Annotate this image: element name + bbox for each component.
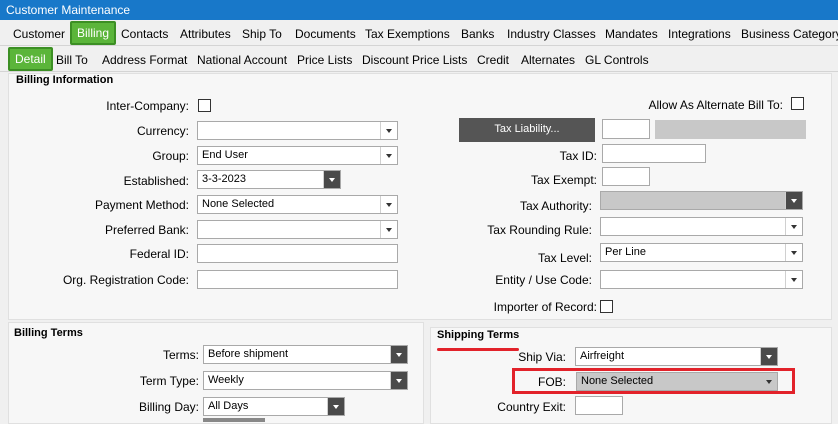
tax-authority-label: Tax Authority: [519, 199, 592, 213]
term-type-label: Term Type: [139, 374, 199, 388]
chevron-down-icon[interactable] [390, 372, 407, 389]
tab-ship-to[interactable]: Ship To [237, 24, 287, 44]
tab-credit[interactable]: Credit [472, 50, 514, 70]
term-type-select[interactable]: Weekly [203, 371, 408, 390]
country-exit-field[interactable] [575, 396, 623, 415]
tab-price-lists[interactable]: Price Lists [292, 50, 357, 70]
chevron-down-icon[interactable] [785, 192, 802, 209]
currency-label: Currency: [136, 124, 189, 138]
main-tab-bar: Customer Billing Contacts Attributes Shi… [0, 20, 838, 46]
group-select[interactable]: End User [197, 146, 398, 165]
tax-liability-field[interactable] [602, 119, 650, 139]
next-field-edge [203, 418, 265, 422]
alternate-bill-to-checkbox[interactable] [791, 97, 804, 110]
tax-id-label: Tax ID: [559, 149, 597, 163]
org-registration-field[interactable] [197, 270, 398, 289]
federal-id-label: Federal ID: [129, 247, 189, 261]
tax-id-field[interactable] [602, 144, 706, 163]
terms-select[interactable]: Before shipment [203, 345, 408, 364]
payment-method-value: None Selected [202, 198, 275, 210]
tab-alternates[interactable]: Alternates [516, 50, 580, 70]
billing-day-select[interactable]: All Days [203, 397, 345, 416]
terms-value: Before shipment [208, 348, 289, 360]
tab-mandates[interactable]: Mandates [600, 24, 663, 44]
chevron-down-icon[interactable] [760, 348, 777, 365]
established-label: Established: [123, 174, 189, 188]
tax-level-label: Tax Level: [537, 251, 592, 265]
entity-use-code-label: Entity / Use Code: [495, 273, 592, 287]
billing-information-title: Billing Information [16, 74, 114, 86]
window-title: Customer Maintenance [0, 0, 838, 20]
tab-contacts[interactable]: Contacts [116, 24, 173, 44]
tax-liability-description [655, 120, 806, 139]
tax-liability-button[interactable]: Tax Liability... [459, 118, 595, 142]
tab-attributes[interactable]: Attributes [175, 24, 236, 44]
chevron-down-icon[interactable] [380, 196, 397, 213]
shipping-terms-title: Shipping Terms [437, 329, 520, 341]
tax-rounding-rule-select[interactable] [600, 217, 803, 236]
chevron-down-icon[interactable] [785, 218, 802, 235]
chevron-down-icon[interactable] [785, 271, 802, 288]
tab-tax-exemptions[interactable]: Tax Exemptions [360, 24, 455, 44]
chevron-down-icon[interactable] [380, 147, 397, 164]
group-value: End User [202, 149, 248, 161]
chevron-down-icon[interactable] [785, 244, 802, 261]
tab-bill-to[interactable]: Bill To [51, 50, 93, 70]
currency-select[interactable] [197, 121, 398, 140]
importer-of-record-label: Importer of Record: [493, 300, 597, 314]
terms-label: Terms: [163, 348, 199, 362]
country-exit-label: Country Exit: [497, 400, 566, 414]
tax-exempt-label: Tax Exempt: [530, 173, 597, 187]
established-date-field[interactable]: 3-3-2023 [197, 170, 341, 189]
chevron-down-icon[interactable] [380, 221, 397, 238]
inter-company-label: Inter-Company: [106, 99, 189, 113]
chevron-down-icon[interactable] [380, 122, 397, 139]
group-label: Group: [152, 149, 189, 163]
ship-via-value: Airfreight [580, 350, 625, 362]
tab-documents[interactable]: Documents [290, 24, 361, 44]
tab-business-category[interactable]: Business Category [736, 24, 838, 44]
billing-day-value: All Days [208, 400, 249, 412]
entity-use-code-select[interactable] [600, 270, 803, 289]
tab-integrations[interactable]: Integrations [663, 24, 736, 44]
tax-level-value: Per Line [605, 246, 646, 258]
tax-authority-select[interactable] [600, 191, 803, 210]
payment-method-select[interactable]: None Selected [197, 195, 398, 214]
ship-via-select[interactable]: Airfreight [575, 347, 778, 366]
sub-tab-bar: Detail Bill To Address Format National A… [0, 46, 838, 72]
preferred-bank-label: Preferred Bank: [104, 223, 189, 237]
tab-industry-classes[interactable]: Industry Classes [502, 24, 601, 44]
annotation-highlight-box [512, 368, 795, 394]
ship-via-label: Ship Via: [518, 350, 566, 364]
tab-billing[interactable]: Billing [70, 21, 117, 45]
tab-address-format[interactable]: Address Format [97, 50, 192, 70]
payment-method-label: Payment Method: [94, 198, 189, 212]
tax-level-select[interactable]: Per Line [600, 243, 803, 262]
tab-customer[interactable]: Customer [8, 24, 70, 44]
calendar-dropdown-icon[interactable] [323, 171, 340, 188]
preferred-bank-select[interactable] [197, 220, 398, 239]
billing-terms-title: Billing Terms [14, 327, 83, 339]
term-type-value: Weekly [208, 374, 244, 386]
tab-banks[interactable]: Banks [456, 24, 499, 44]
alternate-bill-to-label: Allow As Alternate Bill To: [648, 98, 783, 112]
chevron-down-icon[interactable] [327, 398, 344, 415]
chevron-down-icon[interactable] [390, 346, 407, 363]
tab-gl-controls[interactable]: GL Controls [580, 50, 654, 70]
tax-rounding-rule-label: Tax Rounding Rule: [487, 223, 592, 237]
tab-discount-price-lists[interactable]: Discount Price Lists [357, 50, 472, 70]
tab-detail[interactable]: Detail [8, 47, 53, 71]
federal-id-field[interactable] [197, 244, 398, 263]
billing-day-label: Billing Day: [138, 400, 199, 414]
importer-of-record-checkbox[interactable] [600, 300, 613, 313]
established-value: 3-3-2023 [202, 173, 247, 185]
tab-national-account[interactable]: National Account [192, 50, 292, 70]
tax-exempt-field[interactable] [602, 167, 650, 186]
org-registration-label: Org. Registration Code: [62, 273, 189, 287]
inter-company-checkbox[interactable] [198, 99, 211, 112]
